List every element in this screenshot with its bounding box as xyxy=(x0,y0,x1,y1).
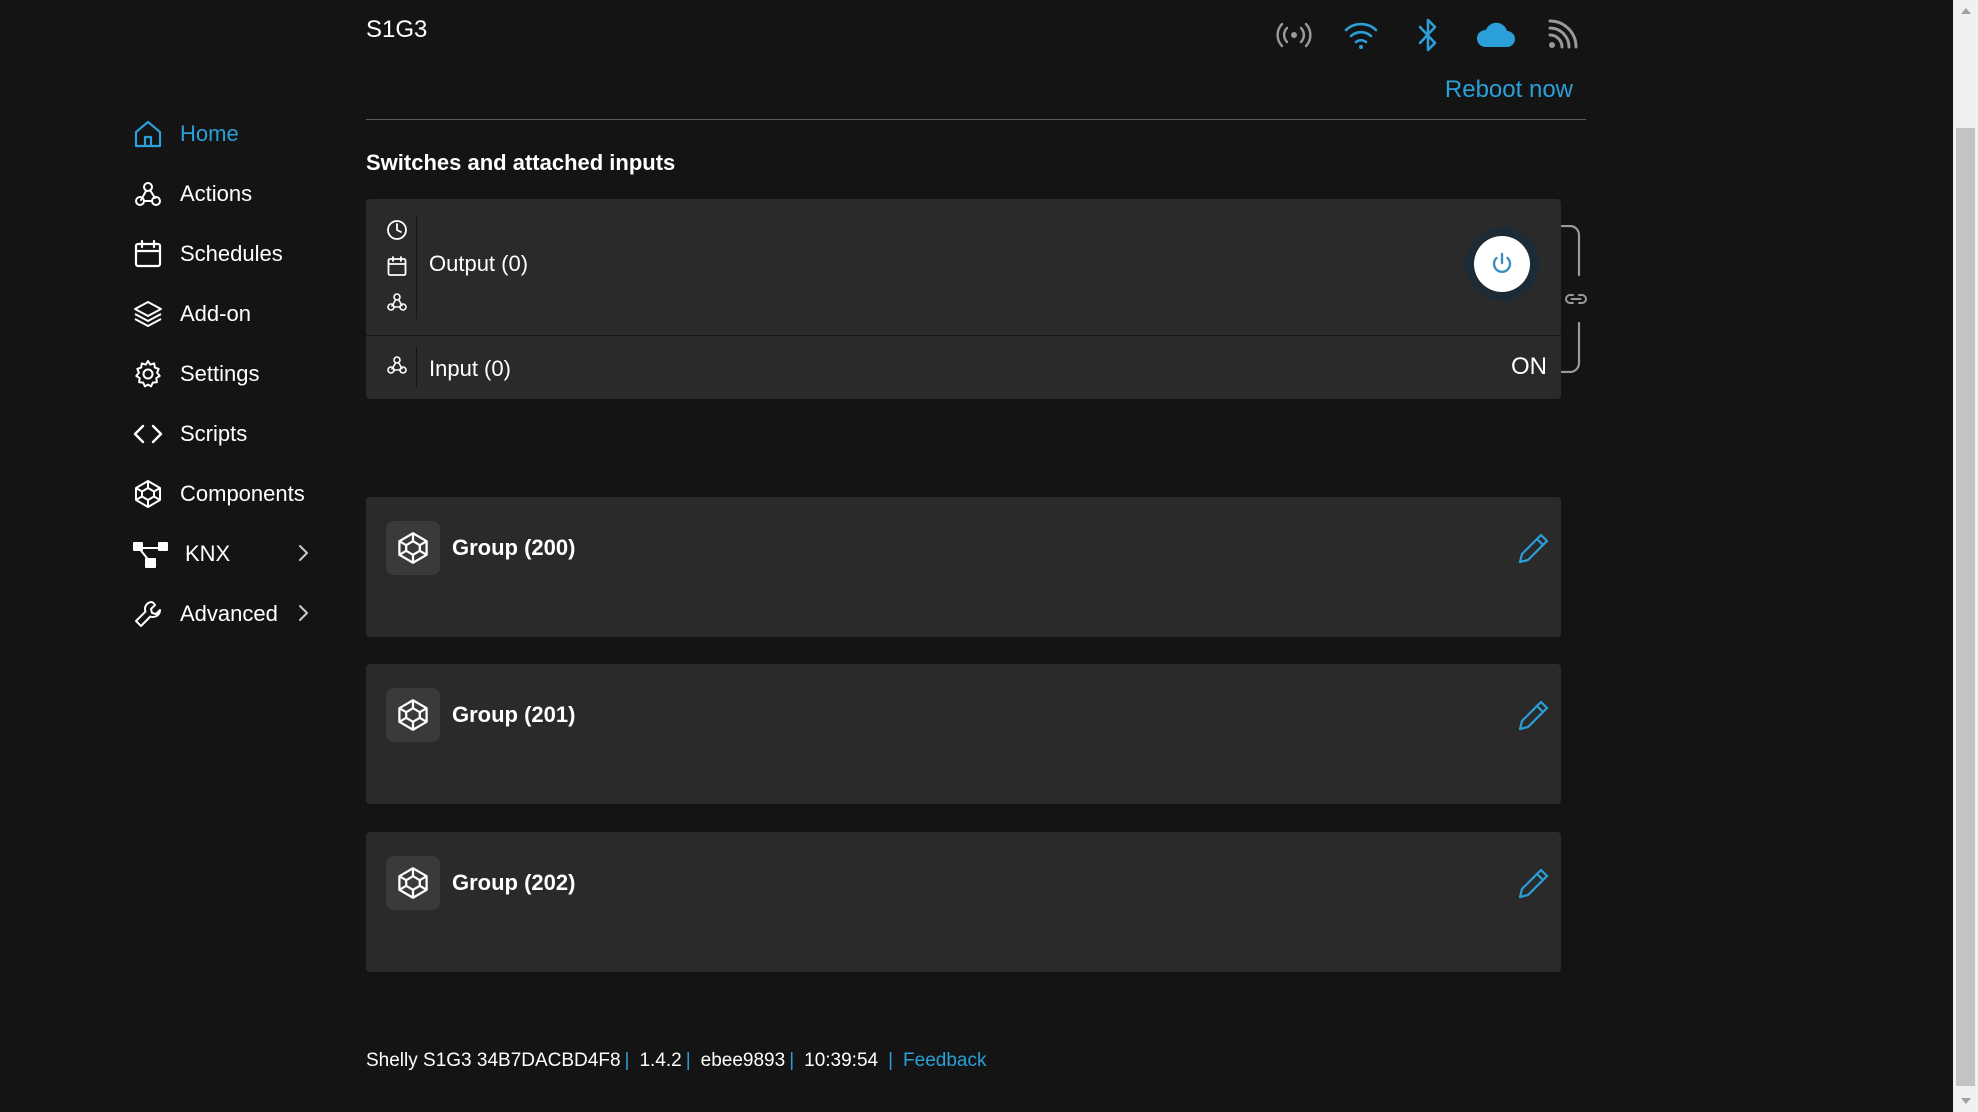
footer-version: 1.4.2 xyxy=(639,1050,682,1071)
webhook-icon[interactable] xyxy=(386,291,408,313)
chevron-right-icon xyxy=(292,602,314,624)
input-label: Input (0) xyxy=(429,356,511,381)
footer-separator: | xyxy=(624,1050,630,1071)
pencil-icon[interactable] xyxy=(1517,698,1551,732)
cloud-icon[interactable] xyxy=(1473,13,1517,57)
chevron-right-icon xyxy=(292,542,314,564)
scrollbar[interactable] xyxy=(1953,0,1978,1112)
sidebar-item-label: Components xyxy=(180,481,305,506)
webhook-icon[interactable] xyxy=(386,354,408,376)
status-icons xyxy=(1272,12,1584,58)
radio-signal-icon[interactable] xyxy=(1272,13,1316,57)
rss-icon[interactable] xyxy=(1540,13,1584,57)
clock-icon[interactable] xyxy=(386,219,408,241)
output-input-divider xyxy=(366,335,1561,336)
icon-column-divider xyxy=(416,347,417,387)
sidebar-item-label: Advanced xyxy=(180,601,278,626)
sidebar-item-knx[interactable]: KNX xyxy=(132,524,332,584)
output-label: Output (0) xyxy=(429,251,529,276)
components-icon xyxy=(132,478,164,510)
layers-icon xyxy=(132,298,164,330)
calendar-icon xyxy=(132,238,164,270)
components-icon xyxy=(386,856,440,910)
group-card: Group (200) xyxy=(366,497,1561,637)
group-name: Group (202) xyxy=(452,870,576,895)
scroll-up-arrow-icon[interactable] xyxy=(1953,0,1978,22)
power-button-face xyxy=(1474,236,1530,292)
sidebar-item-label: KNX xyxy=(185,541,231,566)
footer-separator: | xyxy=(685,1050,691,1071)
wrench-icon xyxy=(132,598,164,630)
power-icon xyxy=(1492,252,1512,273)
pencil-icon[interactable] xyxy=(1517,866,1551,900)
footer-build: ebee9893 xyxy=(700,1050,786,1071)
reboot-now-link[interactable]: Reboot now xyxy=(1445,76,1573,104)
footer-time: 10:39:54 xyxy=(804,1050,879,1071)
footer: Shelly S1G3 34B7DACBD4F8 | 1.4.2 | ebee989… xyxy=(366,1050,987,1072)
pencil-icon[interactable] xyxy=(1517,531,1551,565)
gear-icon xyxy=(132,358,164,390)
header-divider xyxy=(366,119,1586,120)
input-state: ON xyxy=(1511,353,1547,380)
footer-device: Shelly S1G3 34B7DACBD4F8 xyxy=(366,1050,621,1071)
sidebar-item-label: Actions xyxy=(180,181,253,206)
sidebar: Home Actions Schedules Add-on Settings S… xyxy=(132,104,332,644)
section-title: Switches and attached inputs xyxy=(366,150,676,175)
sidebar-item-advanced[interactable]: Advanced xyxy=(132,584,332,644)
group-card: Group (201) xyxy=(366,664,1561,804)
scrollbar-thumb[interactable] xyxy=(1956,128,1975,1086)
sidebar-item-label: Add-on xyxy=(180,301,251,326)
device-title: S1G3 xyxy=(366,16,428,43)
feedback-link[interactable]: Feedback xyxy=(903,1050,986,1072)
sidebar-item-add-on[interactable]: Add-on xyxy=(132,284,332,344)
sidebar-item-schedules[interactable]: Schedules xyxy=(132,224,332,284)
sidebar-item-home[interactable]: Home xyxy=(132,104,332,164)
components-icon xyxy=(386,521,440,575)
components-icon xyxy=(386,688,440,742)
sidebar-item-components[interactable]: Components xyxy=(132,464,332,524)
sidebar-item-scripts[interactable]: Scripts xyxy=(132,404,332,464)
sidebar-item-label: Home xyxy=(180,121,239,146)
scroll-down-arrow-icon[interactable] xyxy=(1953,1090,1978,1112)
sidebar-item-settings[interactable]: Settings xyxy=(132,344,332,404)
switch-card: Output (0) Input (0) ON xyxy=(366,199,1561,399)
sidebar-item-actions[interactable]: Actions xyxy=(132,164,332,224)
webhook-icon xyxy=(132,178,164,210)
icon-column-divider xyxy=(416,215,417,319)
link-icon[interactable] xyxy=(1563,288,1589,310)
sidebar-item-label: Schedules xyxy=(180,241,283,266)
group-name: Group (200) xyxy=(452,535,576,560)
knx-network-icon xyxy=(132,538,170,570)
sidebar-item-label: Settings xyxy=(180,361,260,386)
wifi-icon[interactable] xyxy=(1339,13,1383,57)
footer-separator: | xyxy=(789,1050,795,1071)
sidebar-item-label: Scripts xyxy=(180,421,248,446)
calendar-icon[interactable] xyxy=(386,255,408,277)
bluetooth-icon[interactable] xyxy=(1406,13,1450,57)
power-toggle-button[interactable] xyxy=(1465,227,1539,301)
home-icon xyxy=(132,118,164,150)
group-name: Group (201) xyxy=(452,702,576,727)
code-icon xyxy=(132,418,164,450)
group-card: Group (202) xyxy=(366,832,1561,972)
footer-separator: | xyxy=(888,1050,894,1071)
